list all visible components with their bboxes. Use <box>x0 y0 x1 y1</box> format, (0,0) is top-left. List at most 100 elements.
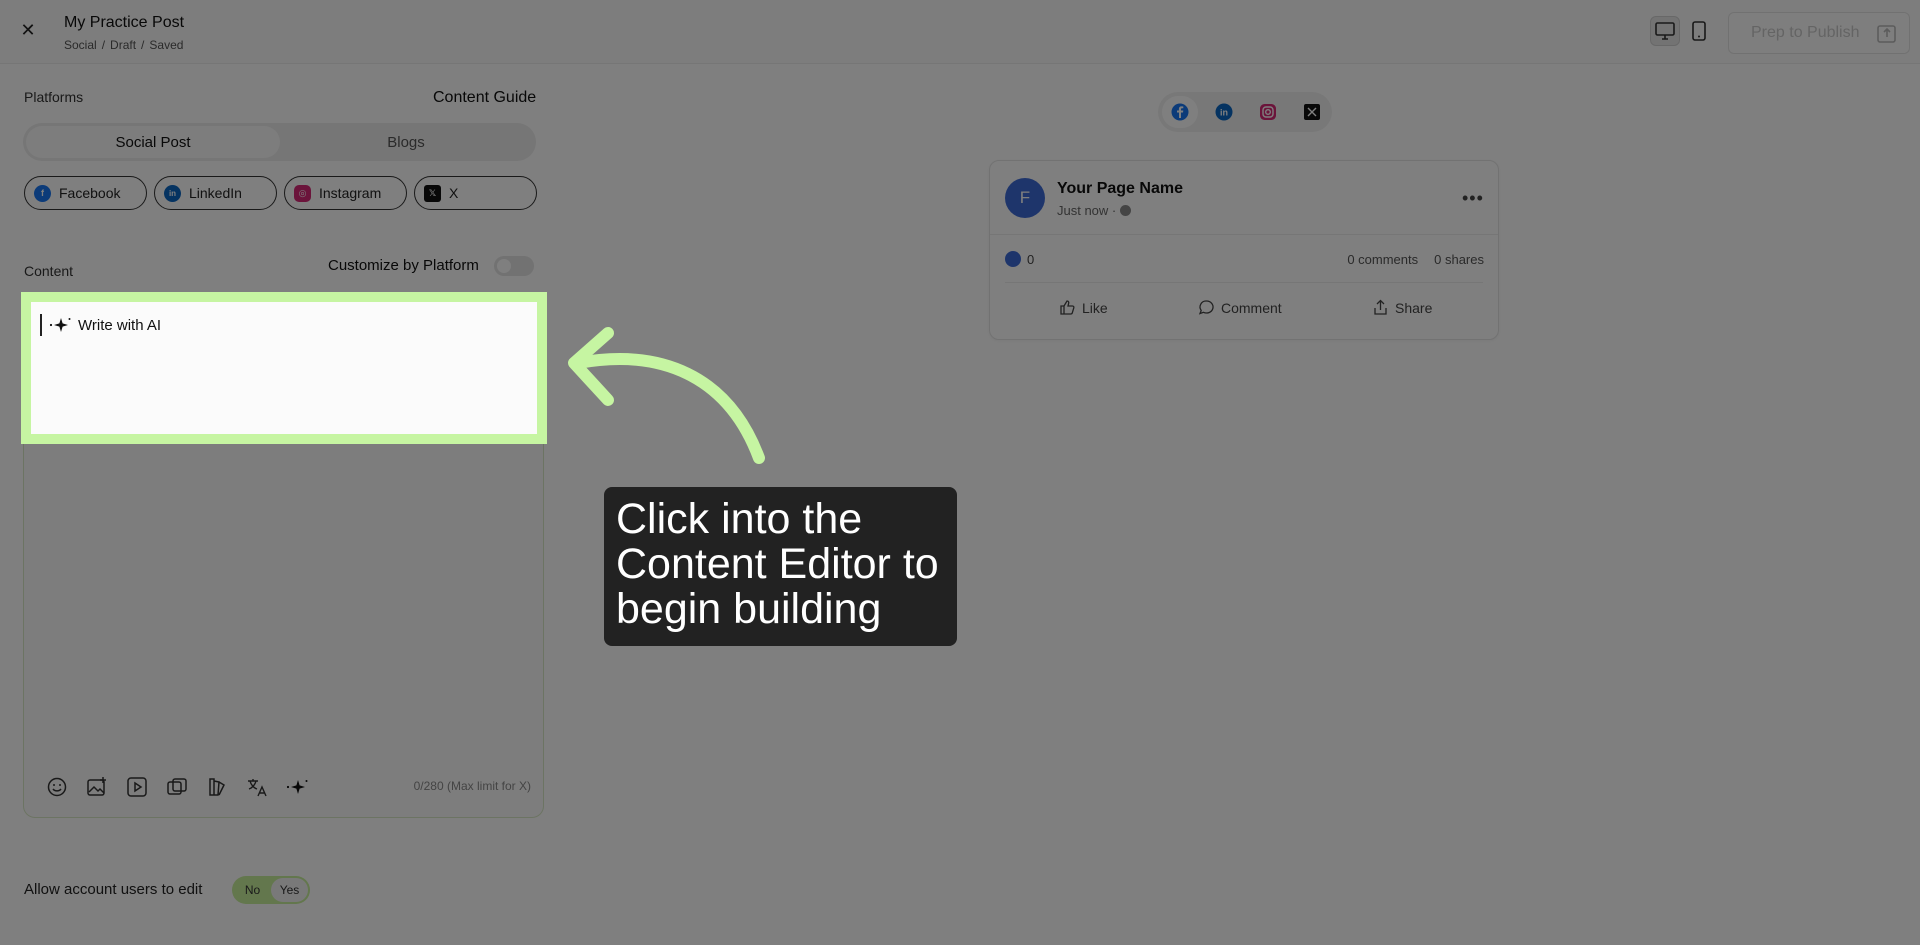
page-name: Your Page Name <box>1057 180 1183 197</box>
platform-chip-label: Facebook <box>59 185 121 201</box>
preview-tab-instagram[interactable] <box>1250 96 1286 128</box>
avatar: F <box>1005 178 1045 218</box>
like-label: Like <box>1082 299 1108 316</box>
post-time-text: Just now · <box>1057 203 1117 218</box>
comment-action[interactable]: Comment <box>1198 299 1282 316</box>
close-icon: ✕ <box>20 20 36 40</box>
divider <box>990 234 1498 235</box>
preview-tab-linkedin[interactable]: in <box>1206 96 1242 128</box>
share-icon <box>1374 299 1387 315</box>
breadcrumb-item: Draft <box>110 38 137 52</box>
platform-chip-facebook[interactable]: f Facebook <box>24 176 147 210</box>
desktop-icon <box>1655 22 1675 40</box>
svg-text:in: in <box>1220 108 1228 118</box>
save-status: Saved <box>149 38 184 52</box>
toggle-knob <box>497 259 511 273</box>
platform-chip-label: Instagram <box>319 185 382 201</box>
mobile-view-button[interactable] <box>1684 16 1714 46</box>
close-button[interactable]: ✕ <box>18 20 38 40</box>
breadcrumb-separator: / <box>101 38 106 52</box>
preview-tab-x[interactable] <box>1294 96 1330 128</box>
brand-assets-button[interactable] <box>204 774 229 799</box>
sparkle-icon <box>49 318 71 332</box>
content-editor[interactable] <box>23 294 544 818</box>
breadcrumb-item[interactable]: Social <box>64 38 97 52</box>
brand-icon <box>208 777 225 796</box>
instagram-icon: ◎ <box>294 184 311 202</box>
tour-arrow <box>572 353 765 464</box>
platform-chip-label: X <box>449 185 459 201</box>
post-time: Just now · <box>1057 203 1132 218</box>
mobile-icon <box>1692 21 1706 41</box>
top-header: ✕ My Practice Post Social / Draft / Save… <box>0 0 1920 64</box>
globe-icon <box>1120 205 1132 216</box>
instagram-icon <box>1260 104 1276 120</box>
customize-by-platform-label: Customize by Platform <box>328 257 479 274</box>
allow-edit-option-no[interactable]: No <box>234 878 271 902</box>
gallery-icon <box>166 777 187 795</box>
facebook-icon <box>1171 103 1189 121</box>
prep-to-publish-button[interactable]: Prep to Publish <box>1728 12 1910 54</box>
breadcrumb: Social / Draft / Saved <box>64 38 183 52</box>
linkedin-icon: in <box>164 184 181 202</box>
preview-tab-facebook[interactable] <box>1162 96 1198 128</box>
emoji-icon <box>47 777 66 796</box>
shares-count: 0 shares <box>1434 252 1484 267</box>
like-action[interactable]: Like <box>1059 299 1108 316</box>
more-options-icon[interactable]: ••• <box>1462 188 1484 209</box>
linkedin-icon: in <box>1215 103 1233 121</box>
preview-device-toggle <box>1650 16 1714 46</box>
content-guide-link[interactable]: Content Guide <box>433 89 536 107</box>
thumbs-up-icon <box>1060 300 1075 315</box>
desktop-view-button[interactable] <box>1650 16 1680 46</box>
breadcrumb-separator: / <box>141 38 145 52</box>
translate-icon <box>247 778 267 796</box>
like-reaction-icon <box>1005 251 1021 267</box>
platform-chip-linkedin[interactable]: in LinkedIn <box>154 176 277 210</box>
customize-by-platform-toggle[interactable] <box>494 256 534 276</box>
divider <box>1005 282 1483 283</box>
facebook-icon: f <box>34 184 51 202</box>
allow-edit-toggle[interactable]: No Yes <box>232 876 310 904</box>
media-library-button[interactable] <box>164 774 189 799</box>
translate-button[interactable] <box>244 774 269 799</box>
comment-label: Comment <box>1221 299 1282 316</box>
x-icon: 𝕏 <box>424 184 441 202</box>
post-title: My Practice Post <box>64 14 185 31</box>
likes-value: 0 <box>1027 251 1035 267</box>
share-label: Share <box>1395 299 1433 316</box>
image-add-icon <box>86 776 106 796</box>
comments-count: 0 comments <box>1347 252 1419 267</box>
write-with-ai-button[interactable]: Write with AI <box>48 314 161 336</box>
character-count: 0/280 (Max limit for X) <box>413 779 531 793</box>
tab-blogs[interactable]: Blogs <box>279 126 533 158</box>
add-image-button[interactable] <box>84 774 109 799</box>
text-cursor <box>40 314 42 336</box>
emoji-button[interactable] <box>44 774 69 799</box>
allow-edit-option-yes[interactable]: Yes <box>271 878 308 902</box>
video-icon <box>126 776 147 797</box>
write-with-ai-label: Write with AI <box>78 316 162 334</box>
publish-label: Prep to Publish <box>1751 24 1860 41</box>
tour-tooltip: Click into the Content Editor to begin b… <box>604 487 957 646</box>
platform-chip-label: LinkedIn <box>189 185 242 201</box>
content-label: Content <box>24 263 74 279</box>
sparkle-icon <box>286 779 307 794</box>
platform-chip-instagram[interactable]: ◎ Instagram <box>284 176 407 210</box>
engagement-summary: 0 comments 0 shares <box>1290 252 1484 267</box>
allow-edit-label: Allow account users to edit <box>24 881 203 898</box>
ai-assist-button[interactable] <box>284 774 309 799</box>
comment-icon <box>1198 300 1214 315</box>
platform-chip-x[interactable]: 𝕏 X <box>414 176 537 210</box>
share-action[interactable]: Share <box>1372 299 1432 316</box>
add-video-button[interactable] <box>124 774 149 799</box>
upload-icon <box>1876 25 1896 43</box>
reaction-count: 0 <box>1005 251 1034 267</box>
platforms-label: Platforms <box>24 89 84 105</box>
tour-arrow-head <box>568 327 614 406</box>
preview-platform-tabs: in <box>1158 92 1332 132</box>
x-icon <box>1304 104 1320 120</box>
tab-social-post[interactable]: Social Post <box>26 126 280 158</box>
post-type-switch: Social Post Blogs <box>23 123 536 161</box>
editor-toolbar <box>44 774 309 799</box>
